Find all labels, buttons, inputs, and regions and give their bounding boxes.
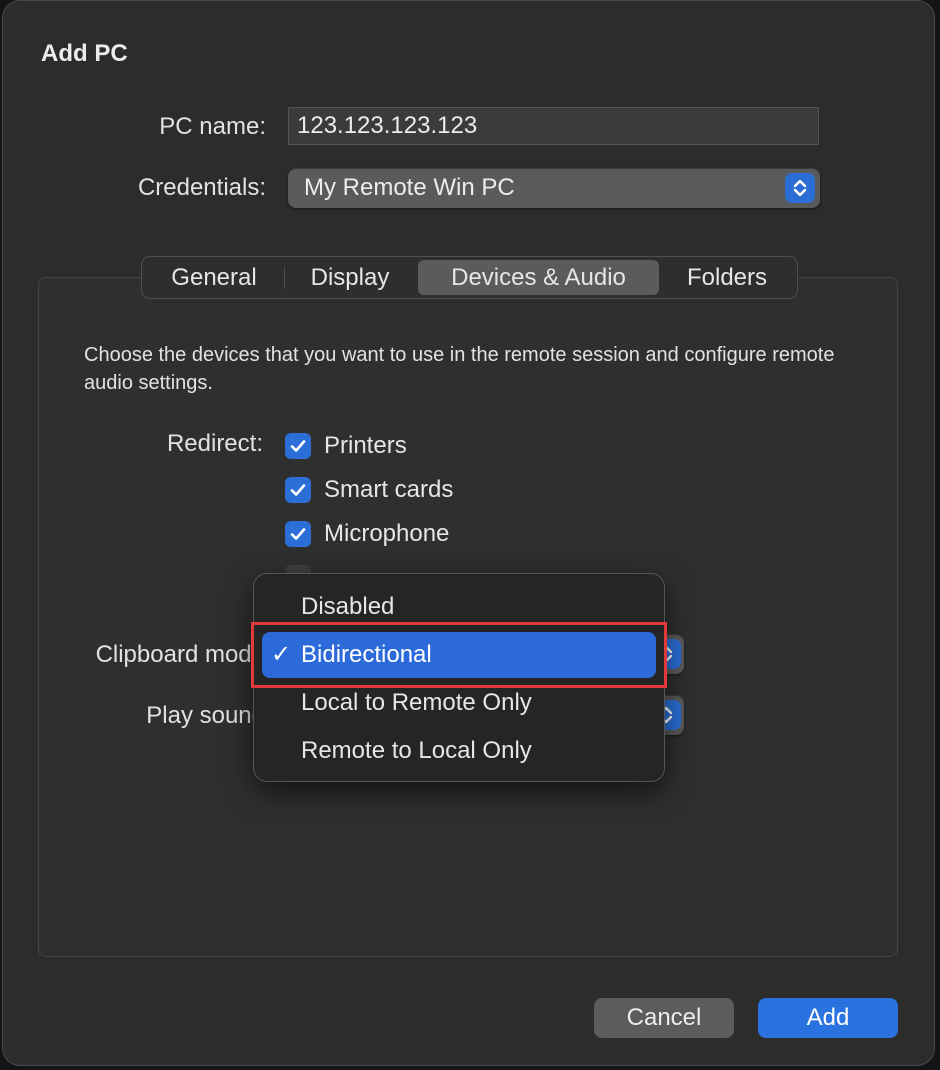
tab-folders[interactable]: Folders bbox=[663, 260, 791, 295]
cancel-button[interactable]: Cancel bbox=[594, 998, 734, 1038]
tab-display[interactable]: Display bbox=[288, 260, 412, 295]
pc-name-input[interactable] bbox=[288, 107, 819, 145]
add-button[interactable]: Add bbox=[758, 998, 898, 1038]
credentials-popup[interactable]: My Remote Win PC bbox=[288, 168, 820, 208]
credentials-value: My Remote Win PC bbox=[304, 174, 515, 201]
devices-description: Choose the devices that you want to use … bbox=[84, 344, 835, 394]
clipboard-mode-label: Clipboard mode bbox=[95, 641, 265, 668]
tab-general[interactable]: General bbox=[148, 260, 280, 295]
dialog-title: Add PC bbox=[41, 40, 128, 67]
checkmark-icon bbox=[290, 440, 306, 452]
highlight-annotation bbox=[251, 622, 667, 688]
credentials-label: Credentials: bbox=[137, 174, 266, 201]
microphone-checkbox[interactable] bbox=[285, 521, 311, 547]
tab-divider bbox=[284, 267, 285, 289]
tab-devices-audio[interactable]: Devices & Audio bbox=[418, 260, 659, 295]
chevron-updown-icon bbox=[785, 173, 815, 203]
checkmark-icon bbox=[290, 484, 306, 496]
menu-item-remote-to-local[interactable]: Remote to Local Only bbox=[262, 728, 656, 774]
smart-cards-checkbox[interactable] bbox=[285, 477, 311, 503]
menu-item-label: Remote to Local Only bbox=[301, 737, 532, 764]
redirect-label: Redirect: bbox=[166, 430, 263, 457]
microphone-label: Microphone bbox=[324, 520, 450, 547]
smart-cards-label: Smart cards bbox=[324, 476, 454, 503]
printers-label: Printers bbox=[324, 432, 407, 459]
tab-bar: General Display Devices & Audio Folders bbox=[141, 256, 798, 299]
printers-checkbox[interactable] bbox=[285, 433, 311, 459]
play-sound-label: Play sound bbox=[146, 702, 265, 729]
checkmark-icon bbox=[290, 528, 306, 540]
pc-name-label: PC name: bbox=[159, 113, 266, 140]
